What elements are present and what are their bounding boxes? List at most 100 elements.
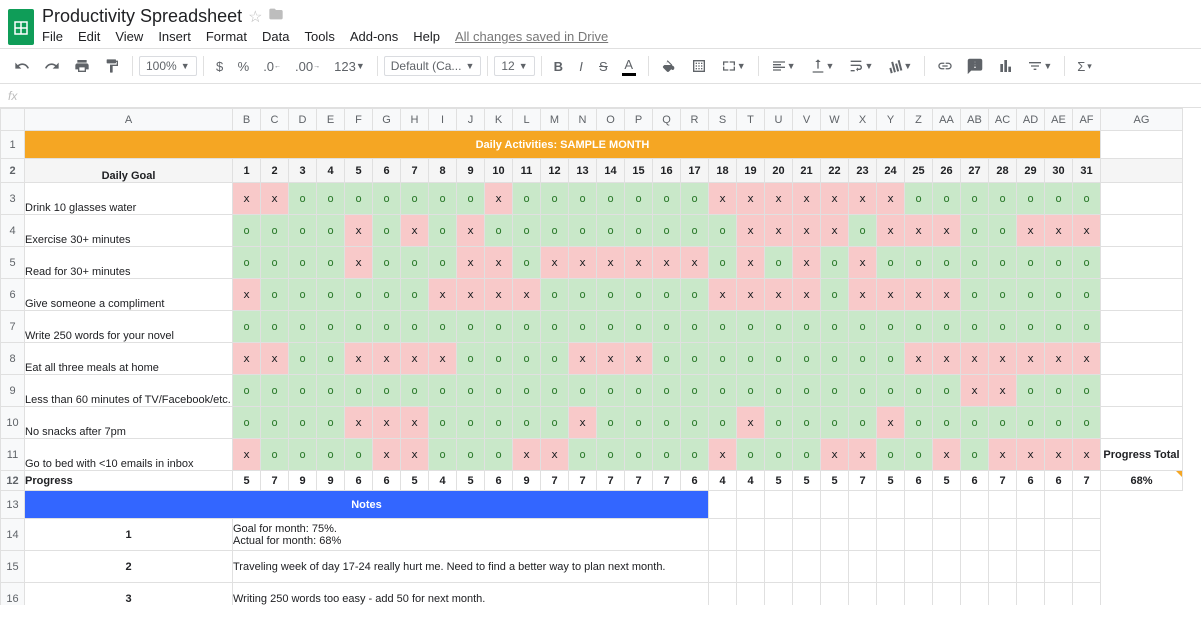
save-status[interactable]: All changes saved in Drive xyxy=(455,29,608,44)
cell[interactable] xyxy=(793,551,821,583)
col-header-P[interactable]: P xyxy=(625,109,653,131)
goal-mark[interactable]: o xyxy=(905,407,933,439)
goal-mark[interactable]: o xyxy=(737,375,765,407)
goal-mark[interactable]: x xyxy=(485,279,513,311)
day-header[interactable]: 15 xyxy=(625,159,653,183)
goal-mark[interactable]: o xyxy=(513,311,541,343)
goal-mark[interactable]: o xyxy=(429,311,457,343)
goal-mark[interactable]: o xyxy=(653,407,681,439)
cell[interactable] xyxy=(877,519,905,551)
day-header[interactable]: 28 xyxy=(989,159,1017,183)
goal-mark[interactable]: o xyxy=(1017,311,1045,343)
goal-mark[interactable]: o xyxy=(373,215,401,247)
goal-mark[interactable]: o xyxy=(401,375,429,407)
sheets-app-icon[interactable] xyxy=(8,9,34,45)
col-header-G[interactable]: G xyxy=(373,109,401,131)
day-header[interactable]: 17 xyxy=(681,159,709,183)
goal-mark[interactable]: o xyxy=(457,375,485,407)
col-header-S[interactable]: S xyxy=(709,109,737,131)
goal-mark[interactable]: o xyxy=(317,183,345,215)
filter-button[interactable]: ▼ xyxy=(1021,54,1058,78)
col-header-AB[interactable]: AB xyxy=(961,109,989,131)
progress-value[interactable]: 7 xyxy=(261,471,289,491)
goal-mark[interactable]: x xyxy=(541,439,569,471)
goal-mark[interactable]: x xyxy=(765,215,793,247)
goal-mark[interactable]: x xyxy=(1045,343,1073,375)
goal-mark[interactable]: o xyxy=(765,407,793,439)
goal-mark[interactable]: x xyxy=(933,343,961,375)
sheet-title-cell[interactable]: Daily Activities: SAMPLE MONTH xyxy=(25,131,1101,159)
goal-mark[interactable]: o xyxy=(905,247,933,279)
cell[interactable] xyxy=(849,583,877,606)
day-header[interactable]: 12 xyxy=(541,159,569,183)
goal-mark[interactable]: o xyxy=(373,311,401,343)
cell[interactable] xyxy=(1017,491,1045,519)
goal-mark[interactable]: x xyxy=(849,439,877,471)
day-header[interactable]: 6 xyxy=(373,159,401,183)
goal-mark[interactable]: o xyxy=(961,247,989,279)
goal-mark[interactable]: o xyxy=(345,311,373,343)
progress-value[interactable]: 5 xyxy=(457,471,485,491)
redo-button[interactable] xyxy=(38,54,66,78)
goal-mark[interactable]: o xyxy=(681,375,709,407)
insert-comment-button[interactable] xyxy=(961,54,989,78)
goal-mark[interactable]: o xyxy=(1045,311,1073,343)
goal-mark[interactable]: o xyxy=(1045,247,1073,279)
col-header-K[interactable]: K xyxy=(485,109,513,131)
goal-mark[interactable]: o xyxy=(625,439,653,471)
goal-mark[interactable]: o xyxy=(457,439,485,471)
goal-mark[interactable]: x xyxy=(261,343,289,375)
goal-mark[interactable]: o xyxy=(233,215,261,247)
cell[interactable] xyxy=(821,583,849,606)
font-select[interactable]: Default (Ca...▼ xyxy=(384,56,482,76)
goal-mark[interactable]: o xyxy=(709,215,737,247)
day-header[interactable]: 20 xyxy=(765,159,793,183)
goal-mark[interactable]: o xyxy=(261,311,289,343)
cell[interactable] xyxy=(1073,551,1101,583)
goal-mark[interactable]: x xyxy=(457,279,485,311)
day-header[interactable]: 31 xyxy=(1073,159,1101,183)
goal-mark[interactable]: o xyxy=(989,247,1017,279)
goal-label[interactable]: Drink 10 glasses water xyxy=(25,183,233,215)
format-currency-button[interactable]: $ xyxy=(210,55,230,78)
paint-format-button[interactable] xyxy=(98,54,126,78)
cell[interactable] xyxy=(765,491,793,519)
menu-addons[interactable]: Add-ons xyxy=(350,29,398,44)
row-header[interactable]: 3 xyxy=(1,183,25,215)
goal-mark[interactable]: o xyxy=(821,311,849,343)
goal-mark[interactable]: o xyxy=(737,439,765,471)
cell[interactable] xyxy=(989,583,1017,606)
goal-mark[interactable]: x xyxy=(737,215,765,247)
progress-value[interactable]: 7 xyxy=(1073,471,1101,491)
goal-mark[interactable]: x xyxy=(849,279,877,311)
day-header[interactable]: 11 xyxy=(513,159,541,183)
goal-mark[interactable]: o xyxy=(289,247,317,279)
note-text[interactable]: Traveling week of day 17-24 really hurt … xyxy=(233,551,709,583)
goal-mark[interactable]: o xyxy=(289,439,317,471)
row-header[interactable]: 2 xyxy=(1,159,25,183)
goal-mark[interactable]: x xyxy=(485,247,513,279)
goal-mark[interactable]: x xyxy=(681,247,709,279)
goal-mark[interactable]: o xyxy=(317,279,345,311)
goal-mark[interactable]: o xyxy=(821,279,849,311)
progress-value[interactable]: 5 xyxy=(933,471,961,491)
italic-button[interactable]: I xyxy=(571,55,591,78)
borders-button[interactable] xyxy=(685,54,713,78)
goal-mark[interactable]: o xyxy=(289,279,317,311)
cell[interactable] xyxy=(1073,583,1101,606)
goal-mark[interactable]: o xyxy=(513,407,541,439)
goal-mark[interactable]: x xyxy=(345,247,373,279)
goal-mark[interactable]: o xyxy=(681,407,709,439)
goal-mark[interactable]: o xyxy=(905,439,933,471)
goal-mark[interactable]: o xyxy=(233,375,261,407)
cell[interactable] xyxy=(1101,215,1183,247)
goal-mark[interactable]: x xyxy=(1045,439,1073,471)
goal-mark[interactable]: o xyxy=(737,343,765,375)
row-header[interactable]: 1 xyxy=(1,131,25,159)
progress-value[interactable]: 5 xyxy=(233,471,261,491)
goal-mark[interactable]: o xyxy=(905,375,933,407)
goal-mark[interactable]: o xyxy=(597,183,625,215)
day-header[interactable]: 18 xyxy=(709,159,737,183)
insert-link-button[interactable] xyxy=(931,54,959,78)
row-header[interactable]: 5 xyxy=(1,247,25,279)
